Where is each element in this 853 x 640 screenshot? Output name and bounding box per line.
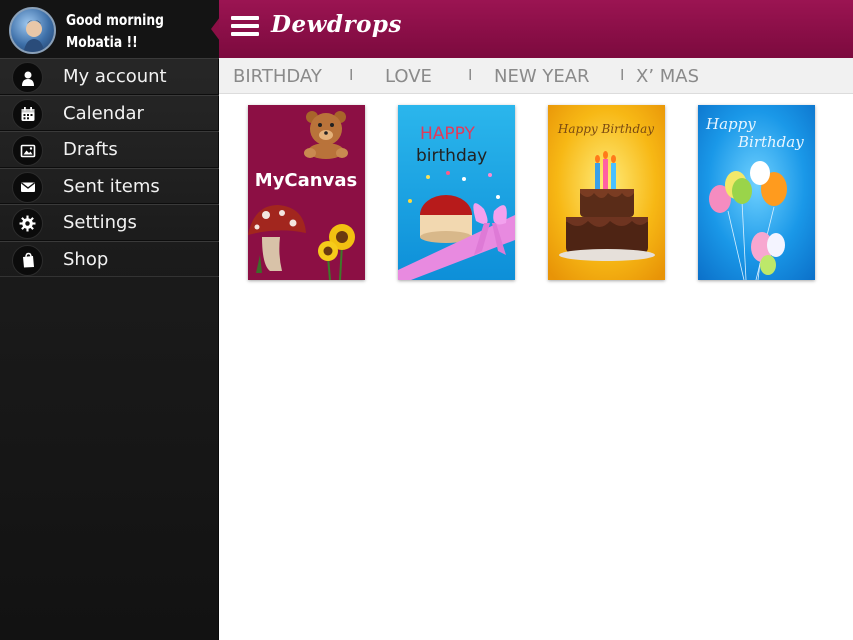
card-text-line1: Happy bbox=[705, 115, 756, 133]
gear-icon bbox=[12, 208, 43, 239]
app-title: Dewdrops bbox=[271, 11, 402, 38]
greeting-line-2: Mobatia !! bbox=[66, 33, 138, 51]
tab-separator: I bbox=[468, 67, 473, 84]
tab-xmas[interactable]: X’ MAS bbox=[636, 66, 699, 88]
tab-separator: I bbox=[620, 67, 625, 84]
sidebar-item-sent-items[interactable]: Sent items bbox=[0, 167, 219, 204]
candles-icon bbox=[595, 151, 616, 189]
category-tabs: BIRTHDAY I LOVE I NEW YEAR I X’ MAS bbox=[219, 58, 853, 94]
sidebar-item-label: Shop bbox=[63, 248, 109, 270]
image-icon bbox=[12, 135, 43, 166]
sidebar-item-label: Drafts bbox=[63, 139, 118, 160]
sidebar-item-settings[interactable]: Settings bbox=[0, 204, 219, 241]
card-text: Happy Birthday bbox=[557, 122, 654, 136]
sidebar-item-label: My account bbox=[63, 66, 167, 87]
sidebar-item-drafts[interactable]: Drafts bbox=[0, 131, 219, 168]
card-text-line2: Birthday bbox=[737, 133, 804, 151]
sidebar-item-calendar[interactable]: Calendar bbox=[0, 94, 219, 131]
tab-new-year[interactable]: NEW YEAR bbox=[494, 66, 590, 88]
tab-birthday[interactable]: BIRTHDAY bbox=[233, 66, 322, 88]
avatar-photo bbox=[23, 20, 45, 52]
person-icon bbox=[12, 62, 43, 93]
card-happy-birthday-balloons[interactable]: Happy Birthday bbox=[698, 105, 815, 280]
card-text-line1: HAPPY bbox=[420, 124, 476, 144]
tab-love[interactable]: LOVE bbox=[385, 66, 432, 88]
card-happy-birthday-cake[interactable]: Happy Birthday bbox=[548, 105, 665, 280]
card-text: MyCanvas bbox=[255, 170, 357, 191]
card-text-line2: birthday bbox=[416, 146, 487, 166]
sidebar-item-label: Settings bbox=[63, 212, 137, 233]
tab-separator: I bbox=[349, 67, 354, 84]
profile-header: Good morning Mobatia !! bbox=[0, 0, 219, 58]
avatar[interactable] bbox=[9, 7, 56, 54]
envelope-icon bbox=[12, 171, 43, 203]
app-header: Dewdrops bbox=[219, 0, 853, 58]
sidebar-item-label: Sent items bbox=[63, 175, 160, 197]
card-happy-birthday-gift[interactable]: HAPPY birthday bbox=[398, 105, 515, 280]
sidebar-item-label: Calendar bbox=[63, 102, 144, 124]
shopping-bag-icon bbox=[12, 244, 43, 276]
greeting-line-1: Good morning bbox=[66, 11, 164, 29]
greeting: Good morning Mobatia !! bbox=[66, 9, 164, 53]
sidebar: Good morning Mobatia !! My account Calen… bbox=[0, 0, 220, 640]
calendar-icon bbox=[12, 98, 43, 130]
card-mycanvas[interactable]: MyCanvas bbox=[248, 105, 365, 280]
cake-icon bbox=[420, 195, 472, 243]
sidebar-item-shop[interactable]: Shop bbox=[0, 240, 219, 277]
sidebar-item-my-account[interactable]: My account bbox=[0, 58, 219, 95]
menu-toggle-icon[interactable] bbox=[231, 16, 259, 38]
sidebar-menu: My account Calendar Drafts Sent items Se… bbox=[0, 58, 219, 277]
